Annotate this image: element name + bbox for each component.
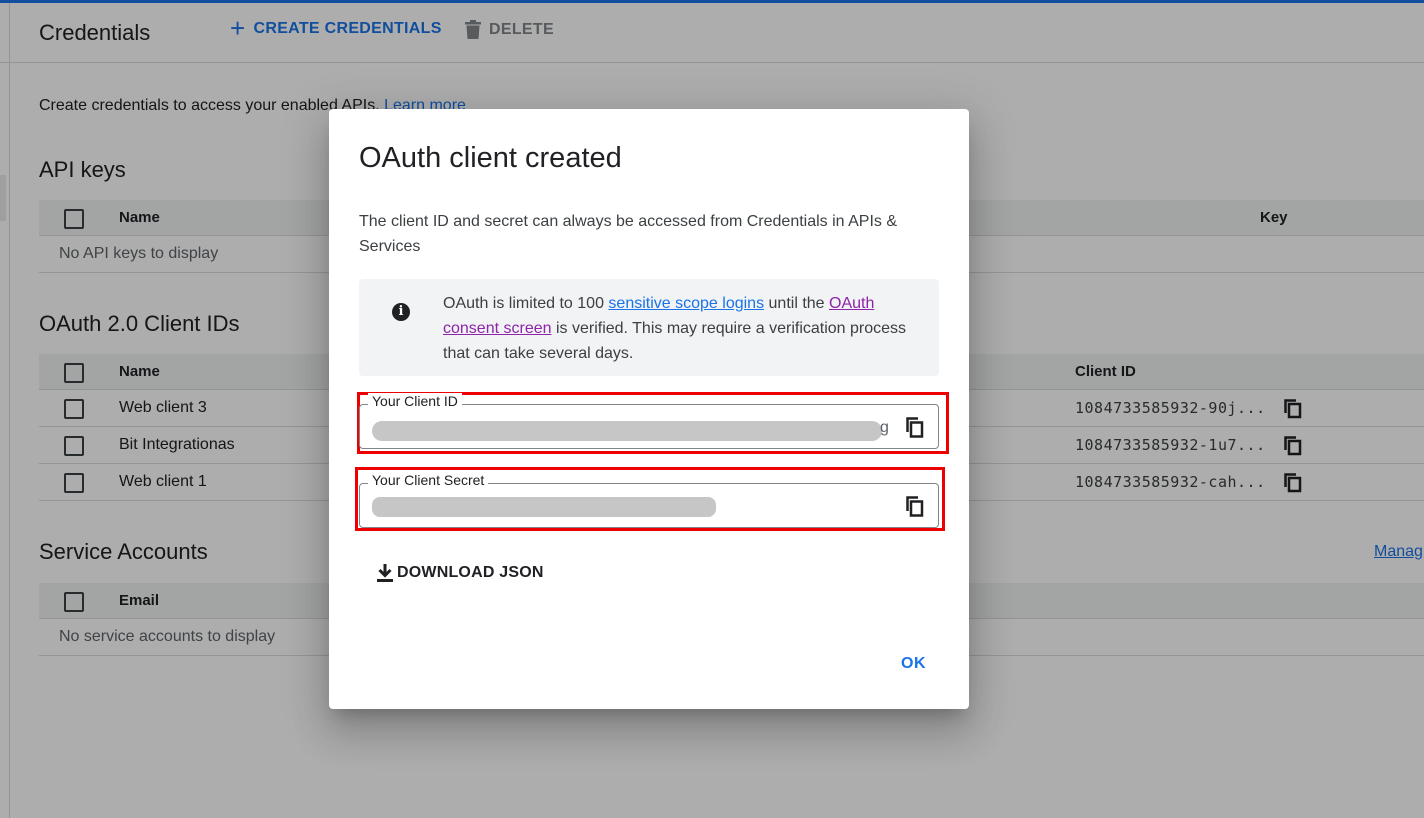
client-secret-redacted: [372, 497, 716, 517]
info-banner: i OAuth is limited to 100 sensitive scop…: [359, 279, 939, 376]
client-id-redacted: [372, 421, 882, 441]
info-message: OAuth is limited to 100 sensitive scope …: [443, 291, 923, 366]
client-id-label: Your Client ID: [368, 393, 462, 409]
client-secret-label: Your Client Secret: [368, 472, 489, 488]
info-icon: i: [392, 303, 410, 321]
copy-client-secret-icon[interactable]: [906, 496, 924, 517]
copy-client-id-icon[interactable]: [906, 417, 924, 438]
sensitive-scope-logins-link[interactable]: sensitive scope logins: [608, 295, 764, 312]
ok-button[interactable]: OK: [901, 655, 926, 673]
oauth-created-dialog: OAuth client created The client ID and s…: [329, 109, 969, 709]
client-id-edge-text: g: [880, 419, 889, 436]
dialog-title: OAuth client created: [359, 142, 622, 174]
info-text-1: OAuth is limited to 100: [443, 295, 604, 312]
download-icon: [377, 564, 393, 582]
download-json-button[interactable]: DOWNLOAD JSON: [375, 563, 544, 583]
info-text-2: until the: [768, 295, 825, 312]
dialog-description: The client ID and secret can always be a…: [359, 213, 898, 255]
download-json-label: DOWNLOAD JSON: [397, 564, 544, 581]
client-secret-field[interactable]: Your Client Secret: [359, 472, 939, 528]
client-id-field[interactable]: Your Client ID g: [359, 393, 939, 449]
